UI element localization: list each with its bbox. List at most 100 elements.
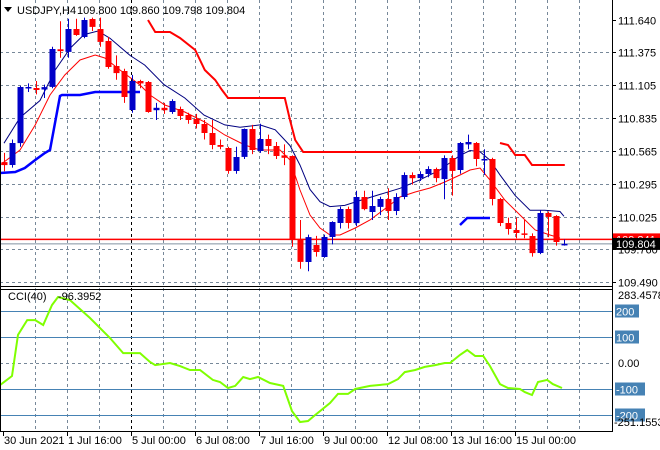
candle[interactable] [225,146,232,174]
candle-body [465,142,472,145]
candle[interactable] [401,172,408,200]
candle-body [441,158,448,180]
candle[interactable] [241,128,248,160]
time-tick-label: 6 Jul 08:00 [196,435,250,447]
candle[interactable] [249,124,256,155]
candle-body [89,19,96,27]
price-tick-label: 109.490 [618,278,658,290]
candle[interactable] [9,139,16,168]
candle-body [433,169,440,179]
candle-body [273,146,280,156]
time-tick-label: 1 Jul 16:00 [68,435,122,447]
candle-body [289,156,296,240]
candle-body [521,233,528,235]
time-tick-label: 13 Jul 16:00 [452,435,512,447]
candle-body [121,71,128,97]
candle-body [161,107,168,111]
candle-body [393,197,400,211]
candle-body [249,129,256,150]
candle-body [473,143,480,159]
candle-body [153,107,160,111]
ohlc-label: 109.800 109.860 109.798 109.804 [77,5,245,17]
price-tick-label: 111.375 [618,48,656,60]
trading-chart[interactable]: USDJPY,H4 109.800 109.860 109.798 109.80… [0,0,660,450]
candle-body [257,139,264,151]
candle-body [345,209,352,223]
candle-body [41,87,48,90]
candle-body [49,49,56,87]
candle-body [401,175,408,197]
candle-body [1,162,8,166]
candle-body [561,243,568,246]
candle-body [241,129,248,157]
candle[interactable] [169,99,176,114]
current-price-label: 109.804 [616,239,656,251]
candle-body [225,148,232,171]
candle-body [105,41,112,67]
cci-level-label: 100 [616,333,634,345]
cci-min-label: -251.1553 [614,417,660,429]
candle-body [233,157,240,171]
candle[interactable] [537,210,544,255]
time-tick-label: 30 Jun 2021 [4,435,65,447]
symbol-label: USDJPY,H4 [17,5,76,17]
candle[interactable] [457,142,464,174]
candle[interactable] [105,37,112,69]
candle-body [17,87,24,144]
candle[interactable] [553,215,560,246]
candle-body [457,143,464,170]
price-tick-label: 111.105 [618,81,656,93]
price-tick-label: 110.025 [618,213,657,225]
candle-body [297,239,304,262]
candle-body [481,159,488,161]
candle-body [9,143,16,165]
candle-body [321,237,328,257]
price-tick-label: 111.640 [618,16,656,28]
price-tick-label: 110.565 [618,147,657,159]
cci-max-label: 283.4578 [618,290,660,302]
cci-value: -96.3952 [58,291,101,303]
candle[interactable] [321,234,328,258]
candle-body [417,174,424,179]
candle-body [529,236,536,254]
candle[interactable] [17,85,24,147]
candle-body [25,87,32,89]
candle-body [73,29,80,35]
candle-body [489,159,496,199]
candle-body [545,213,552,217]
candle-body [409,175,416,179]
candle[interactable] [49,46,56,89]
candle-body [361,197,368,210]
candle[interactable] [489,157,496,206]
candle-body [209,133,216,145]
candle-body [497,199,504,223]
candle[interactable] [81,17,88,39]
candle-body [553,216,560,242]
candle-body [81,20,88,37]
candle-body [313,245,320,252]
cci-title: CCI(40) [8,291,47,303]
price-tick-label: 110.835 [618,114,657,126]
candle-body [353,197,360,224]
candle-body [145,82,152,112]
candle-body [177,109,184,116]
candle-body [193,119,200,124]
candle-body [377,199,384,207]
candle-body [265,139,272,146]
candle[interactable] [497,198,504,227]
time-tick-label: 5 Jul 00:00 [132,435,186,447]
candle-body [425,169,432,174]
candle-body [281,155,288,158]
candle-body [537,213,544,253]
candle[interactable] [289,155,296,247]
candle-body [505,223,512,229]
time-tick-label: 15 Jul 00:00 [516,435,576,447]
candle-body [57,49,64,52]
candle-body [305,237,312,262]
cci-level-label: -100 [616,385,638,397]
candle-body [185,115,192,120]
cci-zero-label: 0.00 [618,358,639,370]
candle[interactable] [145,81,152,113]
candle-body [201,124,208,133]
time-tick-label: 7 Jul 16:00 [260,435,314,447]
